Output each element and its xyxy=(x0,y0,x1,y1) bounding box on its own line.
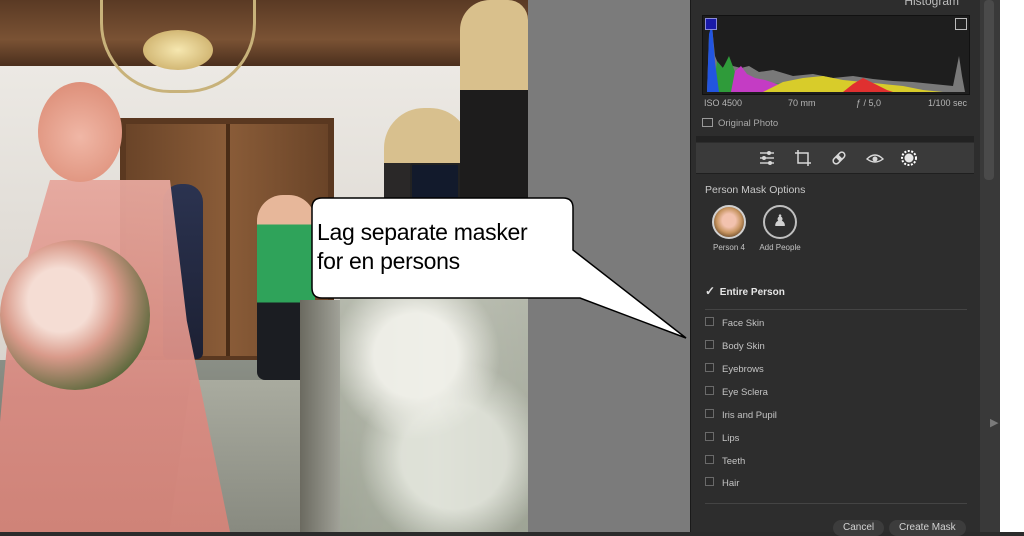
crop-icon[interactable] xyxy=(794,149,812,167)
create-mask-button[interactable]: Create Mask xyxy=(889,520,966,536)
person-avatar xyxy=(712,205,746,239)
shutter-speed: 1/100 sec xyxy=(928,98,968,108)
iris-pupil-option[interactable]: Iris and Pupil xyxy=(705,409,777,421)
bride-head xyxy=(38,82,122,182)
option-label: Body Skin xyxy=(722,341,765,352)
aperture: ƒ / 5,0 xyxy=(856,98,882,108)
option-label: Eye Sclera xyxy=(722,387,768,398)
callout-text: Lag separate masker for en persons xyxy=(317,218,577,276)
panel-scrollbar[interactable] xyxy=(984,0,994,180)
checkbox[interactable] xyxy=(705,455,714,464)
checkbox[interactable] xyxy=(705,409,714,418)
option-label: Iris and Pupil xyxy=(722,410,777,421)
ceiling xyxy=(0,0,528,66)
callout-line-1: Lag separate masker xyxy=(317,219,528,245)
histogram-graph xyxy=(707,24,965,92)
guest-foreground xyxy=(460,0,528,200)
iso-value: ISO 4500 xyxy=(704,98,743,108)
checkbox[interactable] xyxy=(705,340,714,349)
face-skin-option[interactable]: Face Skin xyxy=(705,317,764,329)
checkbox-icon xyxy=(702,118,713,127)
checkmark-icon: ✓ xyxy=(705,284,716,298)
divider xyxy=(705,309,967,310)
mask-options-title: Person Mask Options xyxy=(705,184,806,196)
highlight-clipping-toggle[interactable] xyxy=(955,18,967,30)
develop-panel: Histogram ISO 4500 70 mm ƒ / 5,0 1/100 s… xyxy=(690,0,981,536)
panel-separator xyxy=(696,136,974,142)
body-skin-option[interactable]: Body Skin xyxy=(705,340,765,352)
focal-length: 70 mm xyxy=(788,98,816,108)
redeye-icon[interactable] xyxy=(866,149,884,167)
checkbox[interactable] xyxy=(705,386,714,395)
phone xyxy=(410,163,460,205)
divider xyxy=(705,503,967,504)
checkbox[interactable] xyxy=(705,317,714,326)
option-label: Face Skin xyxy=(722,318,765,329)
option-label: Eyebrows xyxy=(722,364,764,375)
original-photo-toggle[interactable]: Original Photo xyxy=(702,118,778,129)
panel-collapse-arrow-icon[interactable]: ▶ xyxy=(990,416,998,429)
add-people-icon: ♟ xyxy=(763,205,797,239)
window-edge xyxy=(1000,0,1024,532)
checkbox[interactable] xyxy=(705,477,714,486)
exif-info: ISO 4500 70 mm ƒ / 5,0 1/100 sec xyxy=(702,98,968,112)
sliders-icon[interactable] xyxy=(758,149,776,167)
teeth-option[interactable]: Teeth xyxy=(705,455,745,467)
histogram[interactable] xyxy=(702,15,970,95)
entire-person-label: Entire Person xyxy=(719,287,785,298)
original-photo-label: Original Photo xyxy=(718,118,779,129)
shadow-clipping-toggle[interactable] xyxy=(705,18,717,30)
checkbox[interactable] xyxy=(705,432,714,441)
pew-flowers xyxy=(340,280,528,532)
option-label: Teeth xyxy=(722,456,746,467)
entire-person-option[interactable]: ✓ Entire Person xyxy=(705,284,785,298)
panel-scrollbar-track xyxy=(980,0,1000,532)
hair-option[interactable]: Hair xyxy=(705,477,739,489)
cancel-button[interactable]: Cancel xyxy=(833,520,885,536)
option-label: Hair xyxy=(722,478,740,489)
add-people-label: Add People xyxy=(759,243,801,252)
bouquet xyxy=(0,240,150,390)
mask-icon[interactable] xyxy=(900,149,918,167)
option-label: Lips xyxy=(722,433,740,444)
tool-strip xyxy=(696,143,974,174)
heal-icon[interactable] xyxy=(830,149,848,167)
add-people-button[interactable]: ♟ Add People xyxy=(750,205,810,252)
eyebrows-option[interactable]: Eyebrows xyxy=(705,363,764,375)
lips-option[interactable]: Lips xyxy=(705,432,739,444)
histogram-title: Histogram xyxy=(904,0,959,8)
callout-line-2: for en persons xyxy=(317,248,460,274)
checkbox[interactable] xyxy=(705,363,714,372)
eye-sclera-option[interactable]: Eye Sclera xyxy=(705,386,768,398)
